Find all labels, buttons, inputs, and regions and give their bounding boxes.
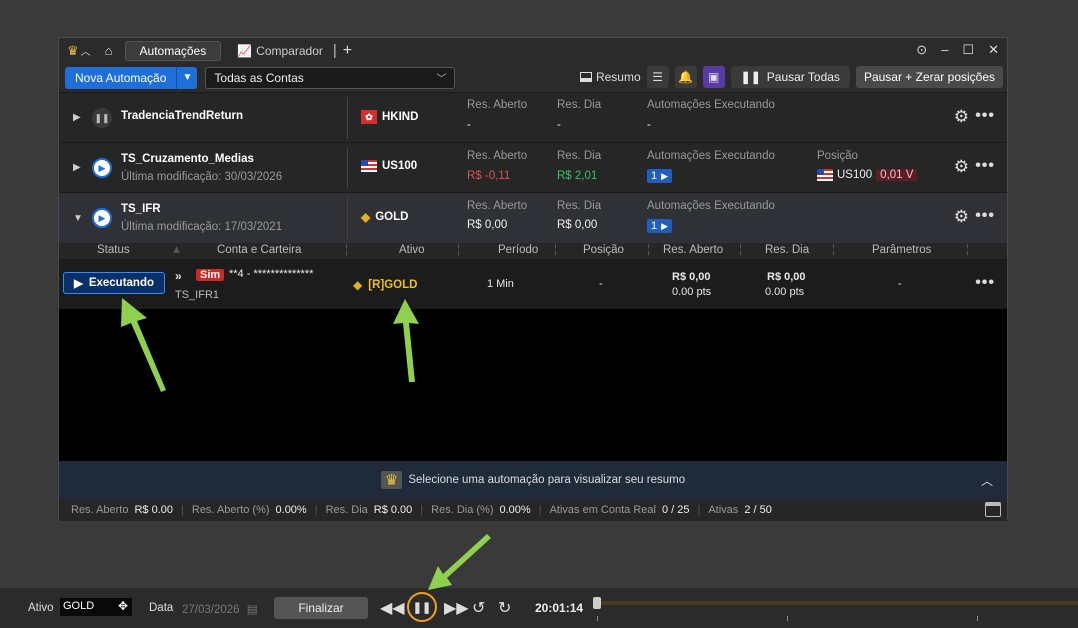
annotation-arrow (121, 298, 166, 392)
annotation-arrow (393, 299, 419, 382)
annotation-arrows (121, 298, 491, 590)
annotation-arrow (428, 534, 491, 590)
